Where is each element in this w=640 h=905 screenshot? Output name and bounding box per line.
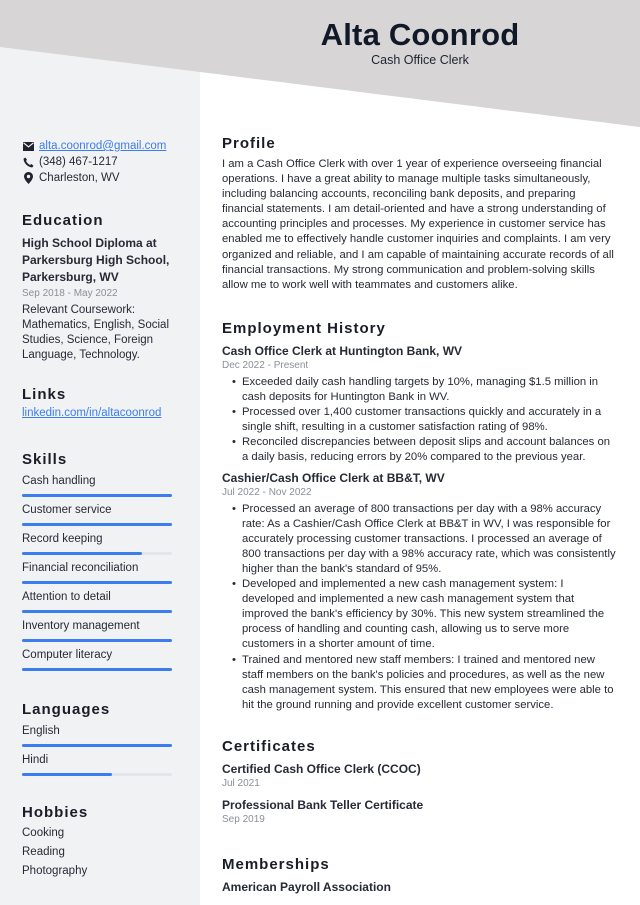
level-bar-label: Computer literacy (22, 649, 113, 661)
level-bar-track (22, 523, 172, 526)
level-bar-track (22, 744, 172, 747)
level-bar-track (22, 552, 172, 555)
level-bar-fill (22, 773, 112, 776)
job-entry: Cash Office Clerk at Huntington Bank, WV… (222, 343, 617, 466)
job-bullet: Developed and implemented a new cash man… (232, 577, 617, 652)
contact-section: alta.coonrod@gmail.com (348) 467-1217 Ch… (22, 138, 182, 186)
job-bullet: Trained and mentored new staff members: … (232, 653, 617, 713)
job-dates: Dec 2022 - Present (222, 360, 309, 371)
job-title: Cashier/Cash Office Clerk at BB&T, WV (222, 470, 445, 485)
contact-location: Charleston, WV (22, 170, 182, 186)
phone-number: (348) 467-1217 (39, 156, 118, 168)
level-bar-fill (22, 639, 172, 642)
certificate-date: Sep 2019 (222, 814, 265, 825)
languages-list: English Hindi (22, 723, 182, 781)
job-entry: Cashier/Cash Office Clerk at BB&T, WV Jul… (222, 470, 617, 713)
level-bar-fill (22, 581, 172, 584)
certificate-title: Certified Cash Office Clerk (CCOC) (222, 762, 421, 776)
skills-section: Skills Cash handling Customer service Reco… (22, 451, 182, 676)
job-bullets: Processed an average of 800 transactions… (232, 502, 617, 713)
profile-section: Profile I am a Cash Office Clerk with ov… (222, 135, 617, 293)
level-bar-label: Attention to detail (22, 591, 111, 603)
certificates-section: Certificates Certified Cash Office Clerk… (222, 738, 617, 827)
memberships-heading: Memberships (222, 856, 330, 873)
level-bar-item: Record keeping (22, 531, 182, 560)
level-bar-track (22, 610, 172, 613)
linkedin-link[interactable]: linkedin.com/in/altacoonrod (22, 407, 161, 419)
level-bar-fill (22, 668, 172, 671)
envelope-icon (22, 140, 34, 152)
hobby-item: Reading (22, 846, 65, 858)
education-details: Relevant Coursework: Mathematics, Englis… (22, 304, 170, 361)
skills-heading: Skills (22, 451, 68, 468)
level-bar-item: Customer service (22, 502, 182, 531)
level-bar-label: English (22, 725, 60, 737)
contact-email: alta.coonrod@gmail.com (22, 138, 182, 154)
map-pin-icon (22, 172, 34, 184)
education-degree: High School Diploma at Parkersburg High … (22, 236, 170, 284)
employment-section: Employment History Cash Office Clerk at … (222, 320, 617, 713)
education-section: Education High School Diploma at Parkers… (22, 212, 182, 363)
level-bar-item: Attention to detail (22, 589, 182, 618)
hobbies-section: Hobbies Cooking Reading Photography (22, 804, 182, 881)
email-link[interactable]: alta.coonrod@gmail.com (39, 140, 166, 152)
certificate-title: Professional Bank Teller Certificate (222, 798, 424, 812)
level-bar-item: Cash handling (22, 473, 182, 502)
certificate-item: Certified Cash Office Clerk (CCOC) Jul 2… (222, 761, 617, 791)
skills-list: Cash handling Customer service Record keep… (22, 473, 182, 676)
job-bullet: Processed over 1,400 customer transactio… (232, 405, 617, 435)
job-dates: Jul 2022 - Nov 2022 (222, 486, 312, 498)
profile-text: I am a Cash Office Clerk with over 1 yea… (222, 158, 614, 291)
job-bullet: Processed an average of 800 transactions… (232, 502, 617, 577)
level-bar-track (22, 773, 172, 776)
job-bullets: Exceeded daily cash handling targets by … (232, 375, 617, 466)
certificate-item: Professional Bank Teller Certificate Sep… (222, 797, 617, 827)
level-bar-fill (22, 744, 172, 747)
level-bar-label: Hindi (22, 754, 49, 766)
level-bar-fill (22, 523, 172, 526)
location-text: Charleston, WV (39, 172, 120, 184)
candidate-name: Alta Coonrod (320, 17, 520, 52)
level-bar-label: Cash handling (22, 475, 96, 487)
job-title-subtitle: Cash Office Clerk (371, 53, 469, 67)
level-bar-fill (22, 494, 172, 497)
level-bar-label: Record keeping (22, 533, 103, 545)
level-bar-fill (22, 610, 172, 613)
memberships-section: Memberships American Payroll Association (222, 856, 617, 895)
level-bar-item: Hindi (22, 752, 182, 781)
jobs-list: Cash Office Clerk at Huntington Bank, WV… (222, 343, 617, 713)
education-dates: Sep 2018 - May 2022 (22, 288, 118, 299)
job-bullet: Exceeded daily cash handling targets by … (232, 375, 617, 405)
level-bar-track (22, 581, 172, 584)
level-bar-label: Inventory management (22, 620, 140, 632)
phone-icon (22, 156, 34, 168)
level-bar-track (22, 494, 172, 497)
hobbies-heading: Hobbies (22, 804, 89, 821)
profile-heading: Profile (222, 135, 276, 152)
job-title: Cash Office Clerk at Huntington Bank, WV (222, 344, 463, 358)
level-bar-label: Customer service (22, 504, 112, 516)
hobby-item: Photography (22, 865, 88, 877)
job-bullet: Reconciled discrepancies between deposit… (232, 435, 617, 465)
level-bar-fill (22, 552, 142, 555)
languages-heading: Languages (22, 701, 111, 718)
membership-item: American Payroll Association (222, 880, 391, 894)
level-bar-item: Inventory management (22, 618, 182, 647)
education-heading: Education (22, 212, 104, 229)
level-bar-item: English (22, 723, 182, 752)
languages-section: Languages English Hindi (22, 701, 182, 781)
links-heading: Links (22, 386, 67, 403)
level-bar-item: Financial reconciliation (22, 560, 182, 589)
certificate-date: Jul 2021 (222, 778, 260, 789)
employment-heading: Employment History (222, 320, 386, 337)
hobby-item: Cooking (22, 827, 65, 839)
certificates-heading: Certificates (222, 738, 316, 755)
links-section: Links linkedin.com/in/altacoonrod (22, 386, 182, 419)
level-bar-track (22, 668, 172, 671)
level-bar-label: Financial reconciliation (22, 562, 139, 574)
level-bar-track (22, 639, 172, 642)
contact-phone: (348) 467-1217 (22, 154, 182, 170)
level-bar-item: Computer literacy (22, 647, 182, 676)
